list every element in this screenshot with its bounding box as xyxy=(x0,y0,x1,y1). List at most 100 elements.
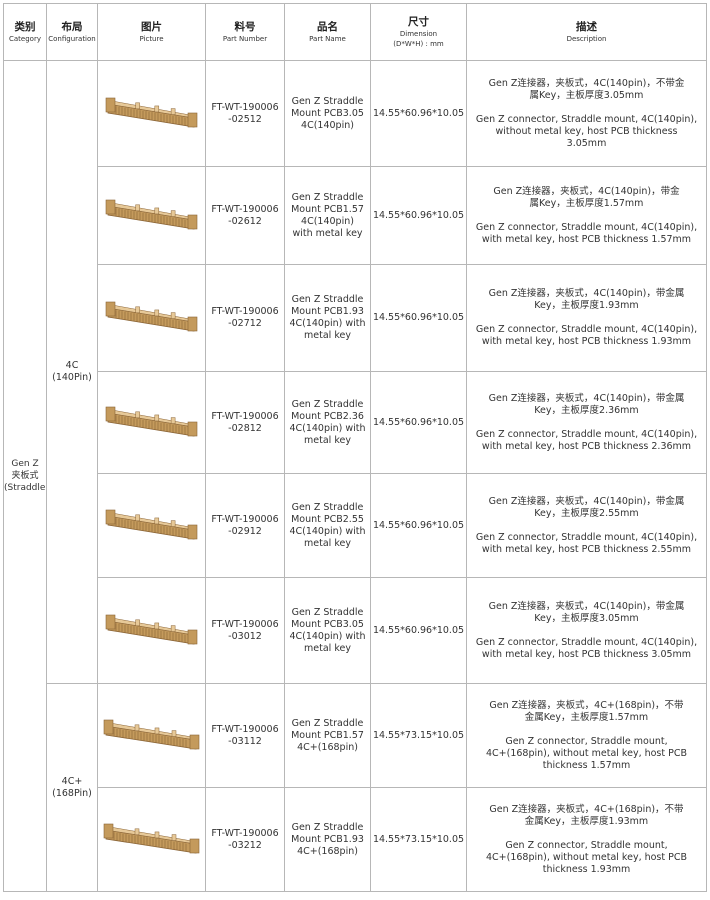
part-name-text: 4C(140pin) with xyxy=(289,318,366,329)
dimension-cell: 14.55*60.96*10.05 xyxy=(370,166,467,265)
part-name-cell: Gen Z Straddle Mount PCB3.05 4C(140pin) wi… xyxy=(284,577,371,684)
header-partname-en: Part Name xyxy=(309,34,346,43)
header-category: 类别 Category xyxy=(3,3,47,61)
part-number-text: -02812 xyxy=(228,422,262,434)
description-zh-line: Gen Z连接器，夹板式，4C(140pin)，带金 xyxy=(493,185,680,197)
description-en: Gen Z connector, Straddle mount, 4C(140p… xyxy=(468,113,706,150)
description-en-line: Gen Z connector, Straddle mount, 4C(140p… xyxy=(475,531,698,543)
header-picture: 图片 Picture xyxy=(97,3,206,61)
header-desc-en: Description xyxy=(566,34,607,43)
connector-image xyxy=(105,97,197,127)
description-cell: Gen Z连接器，夹板式，4C(140pin)，带金属 Key，主板厚度2.55m… xyxy=(466,473,707,578)
description-en-line: with metal key, host PCB thickness 2.55m… xyxy=(481,543,692,555)
description-en-line: Gen Z connector, Straddle mount, 4C(140p… xyxy=(475,428,698,440)
part-number-text: -02912 xyxy=(228,525,262,537)
header-config: 布局 Configuration xyxy=(46,3,98,61)
part-number-text: -02712 xyxy=(228,318,262,329)
header-dimension: 尺寸 Dimension (D*W*H) : mm xyxy=(370,3,467,61)
part-name-text: Gen Z Straddle xyxy=(291,398,364,410)
part-name-text: 4C(140pin) with xyxy=(289,630,366,642)
header-picture-zh: 图片 xyxy=(141,20,162,33)
description-cell: Gen Z连接器，夹板式，4C(140pin)，不带金 属Key，主板厚度3.05… xyxy=(466,60,707,167)
description-en-line: with metal key, host PCB thickness 3.05m… xyxy=(481,648,692,660)
category-cell: Gen Z 夹板式 (Straddle) xyxy=(3,60,47,892)
header-description: 描述 Description xyxy=(466,3,707,61)
configuration-label: (140Pin) xyxy=(52,372,92,383)
description-en-line: Gen Z connector, Straddle mount, xyxy=(505,735,668,747)
description-cell: Gen Z连接器，夹板式，4C(140pin)，带金属 Key，主板厚度1.93m… xyxy=(466,264,707,372)
connector-image xyxy=(105,199,197,229)
part-name-cell: Gen Z Straddle Mount PCB2.36 4C(140pin) wi… xyxy=(284,371,371,474)
part-number-cell: FT-WT-190006 -03012 xyxy=(205,577,285,684)
description-cell: Gen Z连接器，夹板式，4C(140pin)，带金 属Key，主板厚度1.57m… xyxy=(466,166,707,265)
header-picture-en: Picture xyxy=(139,34,164,43)
configuration-cell: 4C (140Pin) xyxy=(46,60,98,684)
description-en-line: with metal key, host PCB thickness 1.93m… xyxy=(481,336,692,347)
part-name-text: 4C(140pin) xyxy=(301,119,354,131)
description-en: Gen Z connector, Straddle mount, 4C(140p… xyxy=(468,324,706,348)
part-name-text: Mount PCB1.57 xyxy=(291,729,364,741)
part-number-cell: FT-WT-190006 -02912 xyxy=(205,473,285,578)
header-partno-en: Part Number xyxy=(222,34,268,43)
part-number-text: FT-WT-190006 xyxy=(211,827,279,839)
part-number-text: FT-WT-190006 xyxy=(211,101,279,113)
picture-cell xyxy=(97,683,206,788)
picture-cell xyxy=(97,264,206,372)
header-config-en: Configuration xyxy=(48,34,96,43)
picture-cell xyxy=(97,60,206,167)
part-name-text: metal key xyxy=(304,537,351,549)
part-name-cell: Gen Z Straddle Mount PCB1.57 4C+(168pin) xyxy=(284,683,371,788)
part-number-cell: FT-WT-190006 -02512 xyxy=(205,60,285,167)
connector-image xyxy=(103,823,199,853)
dimension-cell: 14.55*73.15*10.05 xyxy=(370,683,467,788)
header-partno-zh: 料号 xyxy=(234,20,256,33)
part-name-text: 4C+(168pin) xyxy=(297,741,358,753)
header-dimension-zh: 尺寸 xyxy=(408,15,429,28)
header-part-name: 品名 Part Name xyxy=(284,3,371,61)
part-number-cell: FT-WT-190006 -02612 xyxy=(205,166,285,265)
description-zh-line: Gen Z连接器，夹板式，4C(140pin)，带金属 xyxy=(488,495,685,507)
part-name-text: Mount PCB1.57 xyxy=(291,203,364,215)
table-row: FT-WT-190006 -03212 Gen Z Straddle Mount PC… xyxy=(4,787,707,892)
table-row: 4C+ (168Pin) FT-WT-190006 -03112 Gen Z Strad… xyxy=(4,683,707,892)
configuration-label: (168Pin) xyxy=(52,787,92,799)
description-zh-line: Key，主板厚度2.36mm xyxy=(534,404,639,416)
part-number-text: FT-WT-190006 xyxy=(211,618,279,630)
picture-cell xyxy=(97,371,206,474)
part-name-text: Mount PCB1.93 xyxy=(291,833,364,845)
part-name-text: 4C+(168pin) xyxy=(297,845,358,857)
description-en: Gen Z connector, Straddle mount, 4C(140p… xyxy=(468,636,706,661)
description-zh-line: Gen Z连接器，夹板式，4C(140pin)，不带金 xyxy=(488,77,685,89)
description-en: Gen Z connector, Straddle mount, 4C+(168p… xyxy=(468,735,706,772)
part-name-text: Gen Z Straddle xyxy=(291,294,364,305)
description-en-line: Gen Z connector, Straddle mount, 4C(140p… xyxy=(475,113,698,125)
header-category-en: Category xyxy=(9,34,41,43)
header-category-zh: 类别 xyxy=(14,20,36,33)
description-zh-line: Key，主板厚度2.55mm xyxy=(534,507,639,519)
description-zh-line: Gen Z连接器，夹板式，4C(140pin)，带金属 xyxy=(488,288,685,299)
description-cell: Gen Z连接器，夹板式，4C+(168pin)，不带 金属Key，主板厚度1.5… xyxy=(466,683,707,788)
part-name-text: Gen Z Straddle xyxy=(291,95,364,107)
picture-cell xyxy=(97,577,206,684)
part-number-text: FT-WT-190006 xyxy=(211,723,279,735)
part-number-text: FT-WT-190006 xyxy=(211,203,279,215)
part-name-cell: Gen Z Straddle Mount PCB2.55 4C(140pin) wi… xyxy=(284,473,371,578)
connector-image xyxy=(103,719,199,749)
part-name-text: 4C(140pin) xyxy=(301,215,354,227)
description-en-line: Gen Z connector, Straddle mount, 4C(140p… xyxy=(475,636,698,648)
dimension-cell: 14.55*60.96*10.05 xyxy=(370,264,467,372)
header-dimension-en: Dimension xyxy=(399,29,438,38)
category-label: (Straddle) xyxy=(4,483,47,493)
picture-cell xyxy=(97,787,206,892)
part-name-text: 4C(140pin) with xyxy=(289,422,366,434)
dimension-cell: 14.55*73.15*10.05 xyxy=(370,787,467,892)
part-number-text: -02512 xyxy=(228,113,262,125)
description-cell: Gen Z连接器，夹板式，4C(140pin)，带金属 Key，主板厚度2.36m… xyxy=(466,371,707,474)
description-en-line: without metal key, host PCB thickness xyxy=(495,125,678,137)
description-zh: Gen Z连接器，夹板式，4C+(168pin)，不带 金属Key，主板厚度1.5… xyxy=(468,700,706,724)
description-en: Gen Z connector, Straddle mount, 4C(140p… xyxy=(468,531,706,556)
description-zh-line: Key，主板厚度3.05mm xyxy=(534,612,639,624)
configuration-label: 4C+ xyxy=(61,775,83,787)
description-zh: Gen Z连接器，夹板式，4C(140pin)，带金 属Key，主板厚度1.57m… xyxy=(468,185,706,210)
header-row: 类别 Category 布局 Configuration 图片 Picture … xyxy=(3,3,707,61)
